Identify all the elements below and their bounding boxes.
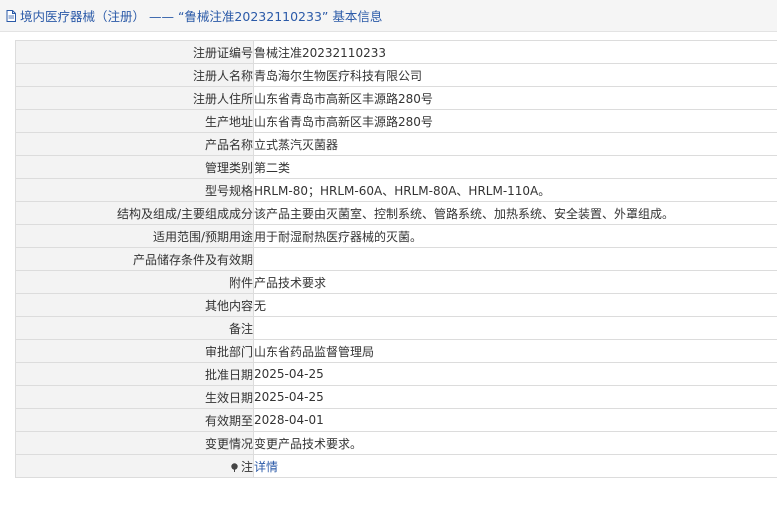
field-value: HRLM-80；HRLM-60A、HRLM-80A、HRLM-110A。 xyxy=(253,178,777,202)
table-row: 附件 产品技术要求 xyxy=(15,270,777,294)
pin-icon xyxy=(230,461,239,472)
table-row: 批准日期 2025-04-25 xyxy=(15,362,777,386)
page-title: 境内医疗器械（注册） —— “鲁械注准20232110233” 基本信息 xyxy=(20,9,383,24)
field-label: 有效期至 xyxy=(15,408,254,432)
table-row: 注册人住所 山东省青岛市高新区丰源路280号 xyxy=(15,86,777,110)
field-label: 适用范围/预期用途 xyxy=(15,224,254,248)
field-label: 其他内容 xyxy=(15,293,254,317)
table-row: 审批部门 山东省药品监督管理局 xyxy=(15,339,777,363)
field-value: 2025-04-25 xyxy=(253,385,777,409)
note-value-cell: 详情 xyxy=(253,454,777,478)
table-row: 变更情况 变更产品技术要求。 xyxy=(15,431,777,455)
field-value xyxy=(253,247,777,271)
field-label: 批准日期 xyxy=(15,362,254,386)
field-value: 变更产品技术要求。 xyxy=(253,431,777,455)
table-row: 管理类别 第二类 xyxy=(15,155,777,179)
field-value: 山东省青岛市高新区丰源路280号 xyxy=(253,109,777,133)
table-row: 产品储存条件及有效期 xyxy=(15,247,777,271)
field-label: 产品储存条件及有效期 xyxy=(15,247,254,271)
field-value: 2025-04-25 xyxy=(253,362,777,386)
table-row: 生效日期 2025-04-25 xyxy=(15,385,777,409)
note-label: 注 xyxy=(240,459,253,474)
field-value: 立式蒸汽灭菌器 xyxy=(253,132,777,156)
field-label: 型号规格 xyxy=(15,178,254,202)
note-label-cell: 注 xyxy=(15,454,254,478)
field-label: 产品名称 xyxy=(15,132,254,156)
field-value xyxy=(253,316,777,340)
field-value: 该产品主要由灭菌室、控制系统、管路系统、加热系统、安全装置、外罩组成。 xyxy=(253,201,777,225)
table-row: 适用范围/预期用途 用于耐湿耐热医疗器械的灭菌。 xyxy=(15,224,777,248)
note-row: 注详情 xyxy=(15,454,777,478)
field-value: 用于耐湿耐热医疗器械的灭菌。 xyxy=(253,224,777,248)
table-row: 注册证编号 鲁械注准20232110233 xyxy=(15,40,777,64)
field-label: 生效日期 xyxy=(15,385,254,409)
table-row: 型号规格 HRLM-80；HRLM-60A、HRLM-80A、HRLM-110A。 xyxy=(15,178,777,202)
field-label: 注册人住所 xyxy=(15,86,254,110)
field-value: 第二类 xyxy=(253,155,777,179)
field-value: 2028-04-01 xyxy=(253,408,777,432)
field-label: 附件 xyxy=(15,270,254,294)
field-label: 备注 xyxy=(15,316,254,340)
field-label: 变更情况 xyxy=(15,431,254,455)
field-label: 注册证编号 xyxy=(15,40,254,64)
field-value: 山东省药品监督管理局 xyxy=(253,339,777,363)
table-row: 结构及组成/主要组成成分 该产品主要由灭菌室、控制系统、管路系统、加热系统、安全装… xyxy=(15,201,777,225)
page-header: 境内医疗器械（注册） —— “鲁械注准20232110233” 基本信息 xyxy=(0,0,777,32)
details-link[interactable]: 详情 xyxy=(255,460,279,474)
field-label: 结构及组成/主要组成成分 xyxy=(15,201,254,225)
field-label: 生产地址 xyxy=(15,109,254,133)
field-value: 青岛海尔生物医疗科技有限公司 xyxy=(253,63,777,87)
detail-table: 注册证编号 鲁械注准20232110233 注册人名称 青岛海尔生物医疗科技有限公司注… xyxy=(15,40,777,478)
field-value: 产品技术要求 xyxy=(253,270,777,294)
table-row: 生产地址 山东省青岛市高新区丰源路280号 xyxy=(15,109,777,133)
field-label: 管理类别 xyxy=(15,155,254,179)
table-row: 其他内容无 xyxy=(15,293,777,317)
field-label: 审批部门 xyxy=(15,339,254,363)
field-value: 无 xyxy=(253,293,777,317)
document-icon xyxy=(6,9,16,22)
field-value: 山东省青岛市高新区丰源路280号 xyxy=(253,86,777,110)
table-row: 备注 xyxy=(15,316,777,340)
table-row: 注册人名称 青岛海尔生物医疗科技有限公司 xyxy=(15,63,777,87)
table-row: 有效期至 2028-04-01 xyxy=(15,408,777,432)
table-row: 产品名称 立式蒸汽灭菌器 xyxy=(15,132,777,156)
field-value: 鲁械注准20232110233 xyxy=(253,40,777,64)
field-label: 注册人名称 xyxy=(15,63,254,87)
